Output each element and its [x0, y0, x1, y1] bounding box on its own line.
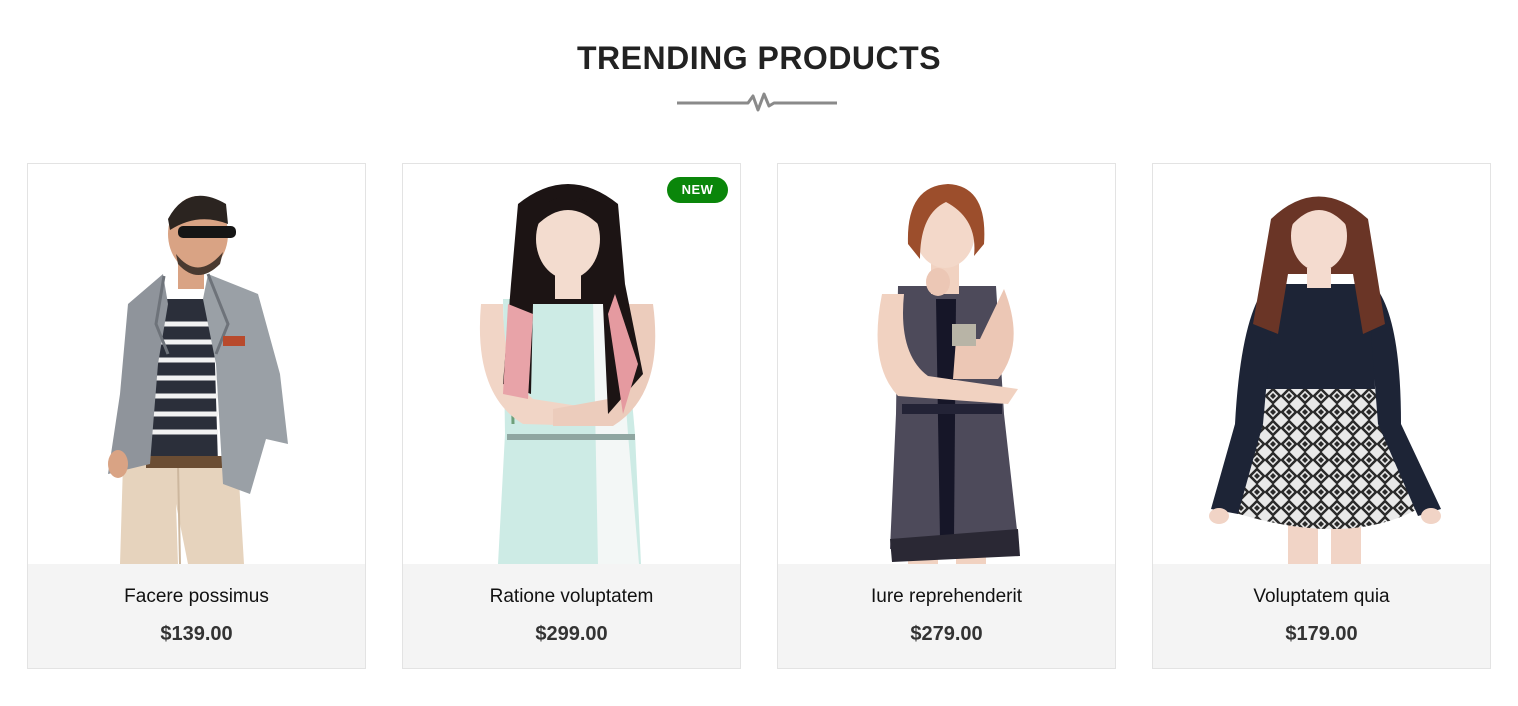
product-name[interactable]: Ratione voluptatem — [403, 586, 740, 608]
product-card[interactable]: Iure reprehenderit $279.00 — [777, 163, 1116, 669]
product-price: $139.00 — [160, 623, 233, 645]
product-price: $279.00 — [910, 623, 983, 645]
product-name[interactable]: Iure reprehenderit — [778, 586, 1115, 608]
product-image[interactable] — [28, 164, 365, 564]
product-image[interactable] — [403, 164, 740, 564]
product-info: Facere possimus $139.00 — [28, 564, 365, 668]
product-price: $299.00 — [535, 623, 608, 645]
title-divider — [677, 92, 837, 112]
product-card[interactable]: Voluptatem quia $179.00 — [1152, 163, 1491, 669]
product-card[interactable]: NEW Ratione voluptatem $299.00 — [402, 163, 741, 669]
product-info: Iure reprehenderit $279.00 — [778, 564, 1115, 668]
product-info: Ratione voluptatem $299.00 — [403, 564, 740, 668]
product-name[interactable]: Voluptatem quia — [1153, 586, 1490, 608]
new-badge: NEW — [667, 177, 728, 203]
product-price: $179.00 — [1285, 623, 1358, 645]
product-card[interactable]: Facere possimus $139.00 — [27, 163, 366, 669]
product-image[interactable] — [1153, 164, 1490, 564]
product-info: Voluptatem quia $179.00 — [1153, 564, 1490, 668]
section-title: TRENDING PRODUCTS — [576, 40, 942, 76]
product-image[interactable] — [778, 164, 1115, 564]
product-name[interactable]: Facere possimus — [28, 586, 365, 608]
